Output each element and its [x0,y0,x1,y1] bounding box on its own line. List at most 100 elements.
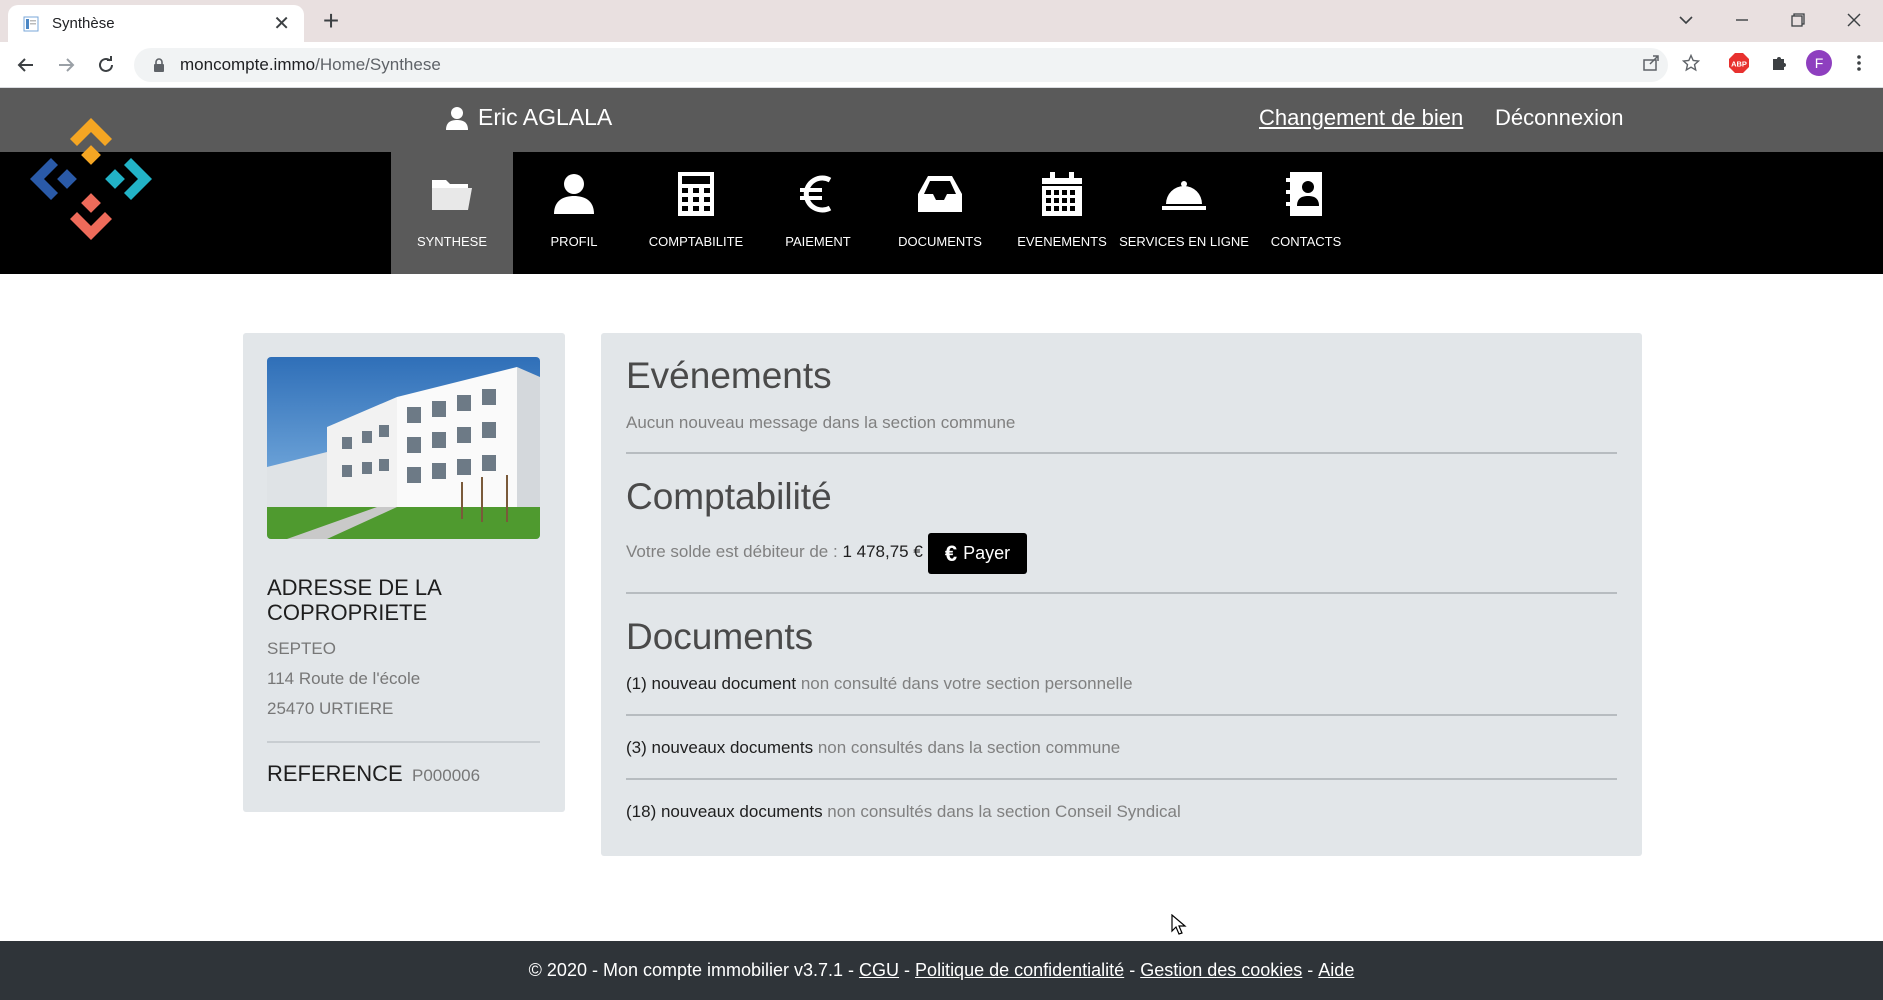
property-title: ADRESSE DE LA COPROPRIETE [267,575,441,625]
share-icon[interactable] [1636,48,1666,78]
reference-label: REFERENCE [267,761,403,786]
documents-note: non consulté dans votre section personne… [796,674,1133,693]
footer-copyright: © 2020 - Mon compte immobilier v3.7.1 - [528,960,860,980]
accounting-title: Comptabilité [626,476,832,517]
reference-value: P000006 [412,766,481,785]
documents-title: Documents [626,616,814,657]
divider [626,778,1617,780]
nav-item-profil[interactable]: PROFIL [513,152,635,274]
service-bell-icon [1162,181,1206,210]
folder-icon [432,180,472,210]
profile-initial: F [1815,55,1824,71]
summary-card: Evénements Aucun nouveau message dans la… [601,333,1642,856]
address-book-icon [1286,172,1322,216]
user-icon [446,106,468,130]
documents-row[interactable]: (3) nouveaux documents non consultés dan… [626,738,1120,758]
tab-close-icon[interactable]: ✕ [273,11,290,36]
nav-item-contacts[interactable]: CONTACTS [1245,152,1367,274]
nav-label: PROFIL [550,234,598,249]
property-address-line: 114 Route de l'école [267,669,421,688]
divider [626,452,1617,454]
user-icon [554,174,594,214]
nav-label: SERVICES EN LIGNE [1119,234,1249,249]
browser-toolbar: moncompte.immo/Home/Synthese ABP F [0,42,1883,88]
change-property-link[interactable]: Changement de bien [1259,105,1463,131]
documents-count: (1) nouveau document [626,674,797,693]
nav-item-services-en-ligne[interactable]: SERVICES EN LIGNE [1119,152,1249,274]
tab-search-icon[interactable] [1666,5,1706,35]
footer-link-cookies[interactable]: Gestion des cookies [1140,960,1302,981]
balance-label: Votre solde est débiteur de : [626,542,838,561]
page-favicon-icon [22,15,40,33]
browser-menu-icon[interactable] [1844,48,1874,78]
adblock-badge-text: ABP [1731,60,1747,69]
url-host: moncompte.immo [180,55,316,74]
documents-count: (3) nouveaux documents [626,738,814,757]
url-path: /Home/Synthese [315,55,441,74]
forward-icon[interactable] [50,50,82,80]
euro-icon: € [944,540,958,566]
documents-row[interactable]: (18) nouveaux documents non consultés da… [626,802,1181,822]
nav-item-evenements[interactable]: EVENEMENTS [1001,152,1123,274]
close-window-icon[interactable] [1834,5,1874,35]
bookmark-star-icon[interactable] [1676,48,1706,78]
documents-note: non consultés dans la section commune [813,738,1121,757]
new-tab-icon[interactable]: + [318,5,344,36]
url-bar[interactable]: moncompte.immo/Home/Synthese [134,48,1668,82]
profile-avatar[interactable]: F [1804,48,1834,78]
balance-amount: 1 478,75 € [842,542,923,561]
nav-label: SYNTHESE [416,234,488,249]
footer-link-cgu[interactable]: CGU [859,960,899,981]
mouse-cursor-icon [1171,914,1187,935]
nav-label: COMPTABILITE [648,234,744,249]
nav-label: DOCUMENTS [898,234,982,249]
nav-label: PAIEMENT [785,234,851,249]
footer-link-help[interactable]: Aide [1318,960,1354,981]
events-title: Evénements [626,355,832,396]
site-footer: © 2020 - Mon compte immobilier v3.7.1 - … [0,941,1883,1000]
inbox-icon [918,176,962,212]
divider [267,741,540,743]
nav-label: CONTACTS [1270,234,1342,249]
browser-tabstrip: Synthèse ✕ + [0,0,1883,42]
pay-button-label: Payer [963,543,1011,563]
restore-icon[interactable] [1778,5,1818,35]
calendar-icon [1042,172,1082,216]
lock-icon[interactable] [150,56,168,74]
url-text: moncompte.immo/Home/Synthese [180,55,441,75]
main-navigation: SYNTHESE PROFIL COMPTABILITE PAIEMENT DO… [0,152,1883,274]
nav-item-synthese[interactable]: SYNTHESE [391,152,513,274]
adblock-extension-icon[interactable]: ABP [1724,48,1754,78]
nav-label: EVENEMENTS [1017,234,1107,249]
documents-note: non consultés dans la section Conseil Sy… [822,802,1181,821]
footer-separator: - [1302,960,1319,980]
user-info: Eric AGLALA [444,104,612,131]
browser-tab[interactable]: Synthèse ✕ [8,5,304,42]
property-address-line: SEPTEO [267,639,336,658]
reload-icon[interactable] [90,50,122,80]
extensions-puzzle-icon[interactable] [1764,48,1794,78]
footer-separator: - [899,960,916,980]
nav-item-paiement[interactable]: PAIEMENT [757,152,879,274]
site-topbar: Eric AGLALA Changement de bien Déconnexi… [0,88,1883,152]
euro-icon [800,175,832,213]
balance-line: Votre solde est débiteur de : 1 478,75 € [626,542,923,562]
divider [626,592,1617,594]
documents-count: (18) nouveaux documents [626,802,823,821]
events-message: Aucun nouveau message dans la section co… [626,413,1016,432]
logout-link[interactable]: Déconnexion [1495,105,1623,131]
property-card: ADRESSE DE LA COPROPRIETE SEPTEO 114 Rou… [243,333,565,812]
nav-item-documents[interactable]: DOCUMENTS [879,152,1001,274]
nav-item-comptabilite[interactable]: COMPTABILITE [635,152,757,274]
footer-link-privacy[interactable]: Politique de confidentialité [915,960,1124,981]
minimize-icon[interactable] [1722,5,1762,35]
pay-button[interactable]: € Payer [928,533,1027,574]
company-logo[interactable] [26,114,156,244]
back-icon[interactable] [10,50,42,80]
user-name: Eric AGLALA [478,104,613,130]
property-photo [267,357,540,539]
documents-row[interactable]: (1) nouveau document non consulté dans v… [626,674,1133,694]
footer-separator: - [1124,960,1141,980]
tab-title: Synthèse [52,15,115,32]
calculator-icon [678,172,714,216]
